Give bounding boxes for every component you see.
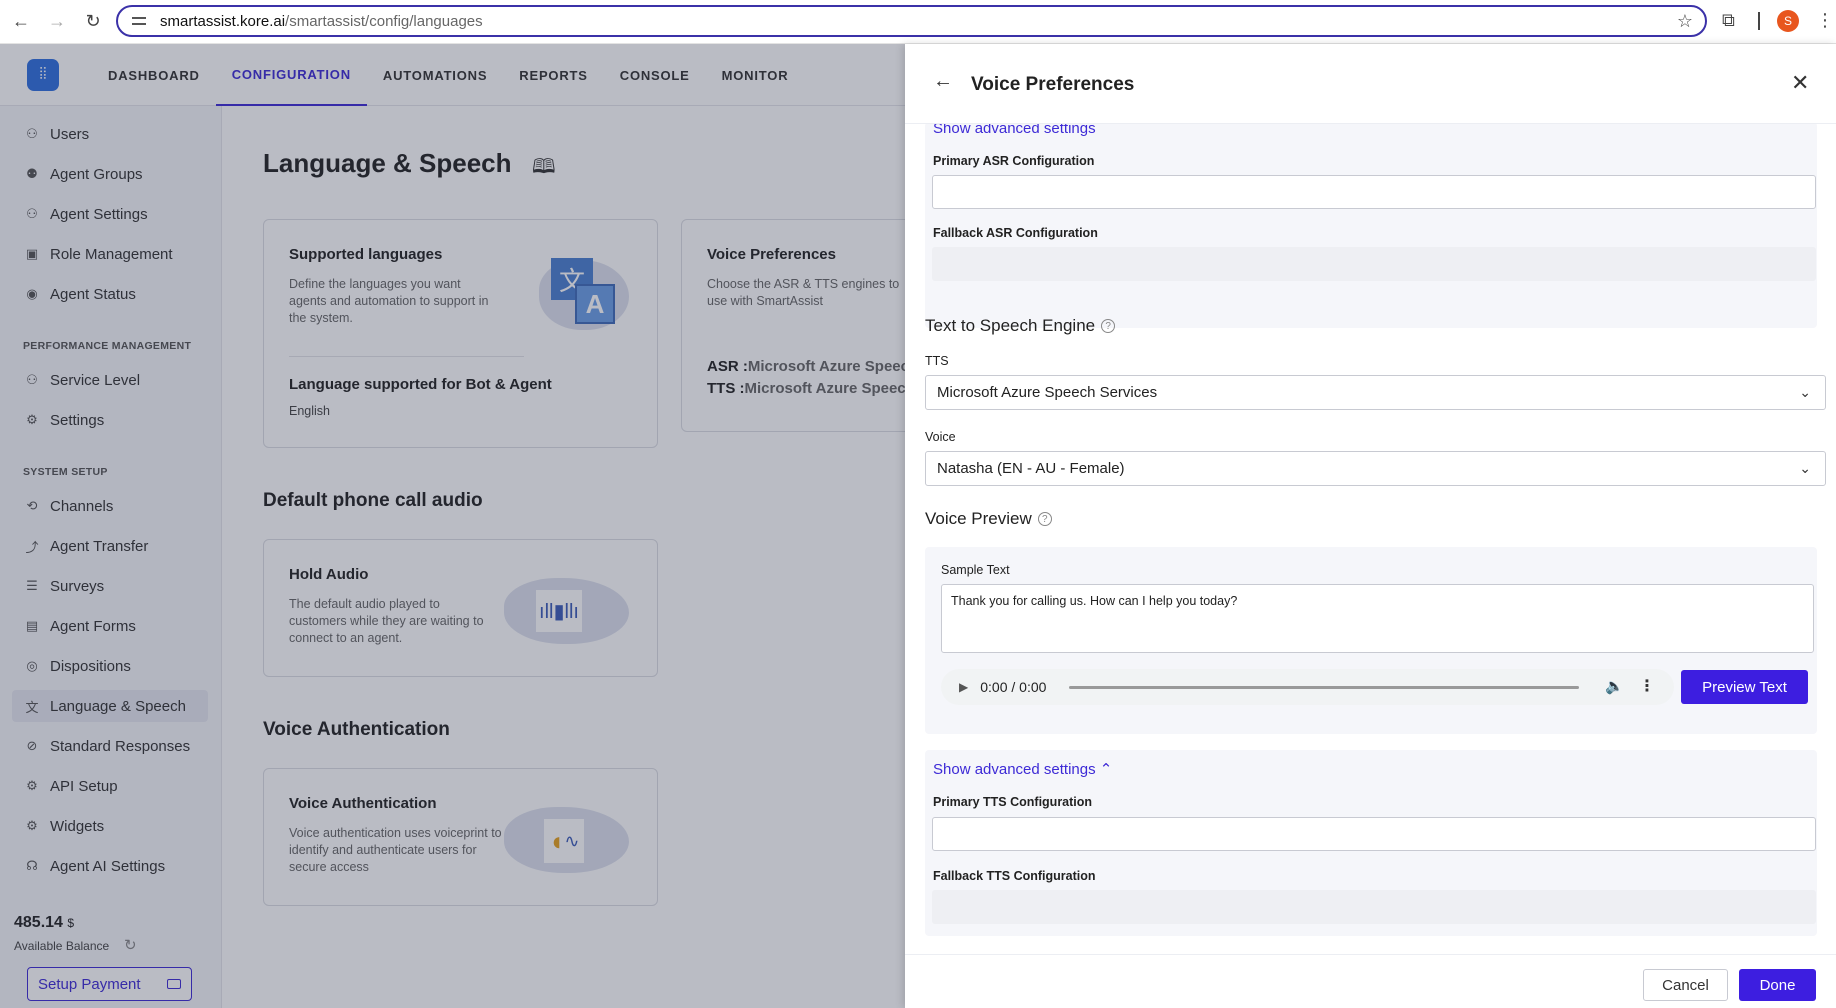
fallback-tts-label: Fallback TTS Configuration [933,869,1096,883]
voice-select[interactable]: Natasha (EN - AU - Female) ⌄ [925,451,1826,486]
play-icon[interactable]: ▶ [959,680,968,694]
url-path: /smartassist/config/languages [285,12,483,30]
primary-asr-input[interactable] [932,175,1816,209]
help-icon[interactable]: ? [1101,319,1116,333]
sample-text-input[interactable]: Thank you for calling us. How can I help… [941,584,1814,653]
extensions-icon[interactable]: ⧉ [1722,10,1735,31]
chevron-down-icon: ⌄ [1799,384,1811,400]
more-options-icon[interactable]: ⋮ [1639,676,1655,696]
close-icon[interactable]: ✕ [1791,70,1809,96]
reload-icon[interactable]: ↻ [78,7,108,37]
voice-preferences-panel: Show advanced settings ← Voice Preferenc… [905,44,1836,1008]
voice-label: Voice [925,430,956,444]
url-host: smartassist.kore.ai [160,12,286,30]
chevron-up-icon: ⌃ [1099,761,1113,778]
browser-toolbar: ← → ↻ smartassist.kore.ai/smartassist/co… [0,0,1836,44]
tts-show-advanced-link[interactable]: Show advanced settings ⌃ [933,760,1112,778]
forward-icon[interactable]: → [42,7,72,37]
cancel-button[interactable]: Cancel [1643,969,1728,1001]
primary-tts-label: Primary TTS Configuration [933,795,1093,809]
fallback-tts-input [932,890,1816,924]
tts-section-title: Text to Speech Engine? [925,316,1116,336]
chevron-down-icon: ⌄ [1799,460,1811,476]
preview-text-button[interactable]: Preview Text [1681,670,1808,704]
fallback-asr-input [932,247,1816,281]
tts-label: TTS [925,354,949,368]
bookmark-star-icon[interactable]: ☆ [1677,11,1693,32]
primary-tts-input[interactable] [932,817,1816,851]
player-time: 0:00 / 0:00 [980,679,1047,695]
volume-icon[interactable]: 🔈 [1605,677,1624,695]
panel-header: ← Voice Preferences ✕ [905,44,1836,124]
done-button[interactable]: Done [1739,969,1816,1001]
back-icon[interactable]: ← [6,7,36,37]
panel-footer: Cancel Done [905,954,1836,1008]
voice-preview-title: Voice Preview? [925,509,1052,529]
back-arrow-icon[interactable]: ← [933,70,953,93]
site-settings-icon[interactable] [132,14,148,28]
primary-asr-label: Primary ASR Configuration [933,154,1095,168]
panel-title: Voice Preferences [971,74,1135,95]
browser-menu-icon[interactable]: ⋮ [1816,10,1834,31]
modal-backdrop[interactable] [0,44,905,1008]
help-icon[interactable]: ? [1037,512,1052,526]
toolbar-divider [1758,12,1760,30]
fallback-asr-label: Fallback ASR Configuration [933,226,1098,240]
seek-bar[interactable] [1069,686,1579,689]
sample-text-label: Sample Text [941,563,1010,577]
audio-player: ▶ 0:00 / 0:00 🔈 ⋮ [941,669,1674,705]
profile-avatar[interactable]: S [1777,10,1799,32]
asr-advanced-block [925,122,1817,328]
address-bar[interactable]: smartassist.kore.ai/smartassist/config/l… [116,5,1707,37]
tts-engine-select[interactable]: Microsoft Azure Speech Services ⌄ [925,375,1826,410]
